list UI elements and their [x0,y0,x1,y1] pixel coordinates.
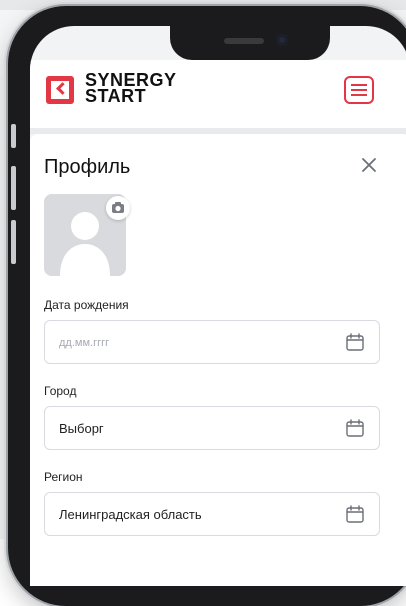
synergy-logo-icon[interactable] [46,76,74,104]
calendar-icon[interactable] [345,332,365,352]
calendar-icon[interactable] [345,418,365,438]
logo-wordmark[interactable]: SYNERGY START [85,71,177,106]
phone-volume-down-button [11,220,16,264]
change-photo-button[interactable] [106,196,130,220]
city-field[interactable]: Выборг [44,406,380,450]
calendar-icon[interactable] [345,504,365,524]
hamburger-menu-icon [351,84,367,86]
phone-frame: SYNERGY START Профиль Дата рождения дд.м… [8,6,406,606]
camera-icon [112,202,124,213]
hamburger-menu-icon-bar [351,89,367,91]
site-header: SYNERGY START [30,60,406,128]
phone-volume-up-button [11,166,16,210]
region-field[interactable]: Ленинградская область [44,492,380,536]
profile-title: Профиль [44,156,131,178]
hamburger-menu-icon-bar [351,94,367,96]
city-label: Город [44,384,77,398]
profile-panel: Профиль Дата рождения дд.мм.гггг Город В… [30,134,406,586]
logo-line-2: START [85,86,147,106]
birth-date-label: Дата рождения [44,298,129,312]
birth-date-placeholder: дд.мм.гггг [59,337,110,349]
city-value: Выборг [59,421,104,436]
region-label: Регион [44,470,83,484]
close-icon[interactable] [360,156,378,174]
region-value: Ленинградская область [59,507,202,522]
birth-date-field[interactable]: дд.мм.гггг [44,320,380,364]
speaker-grille [224,38,264,44]
phone-screen: SYNERGY START Профиль Дата рождения дд.м… [30,26,406,586]
front-camera [276,34,288,46]
phone-notch [170,26,330,60]
phone-side-button [11,124,16,148]
menu-button[interactable] [344,76,374,104]
